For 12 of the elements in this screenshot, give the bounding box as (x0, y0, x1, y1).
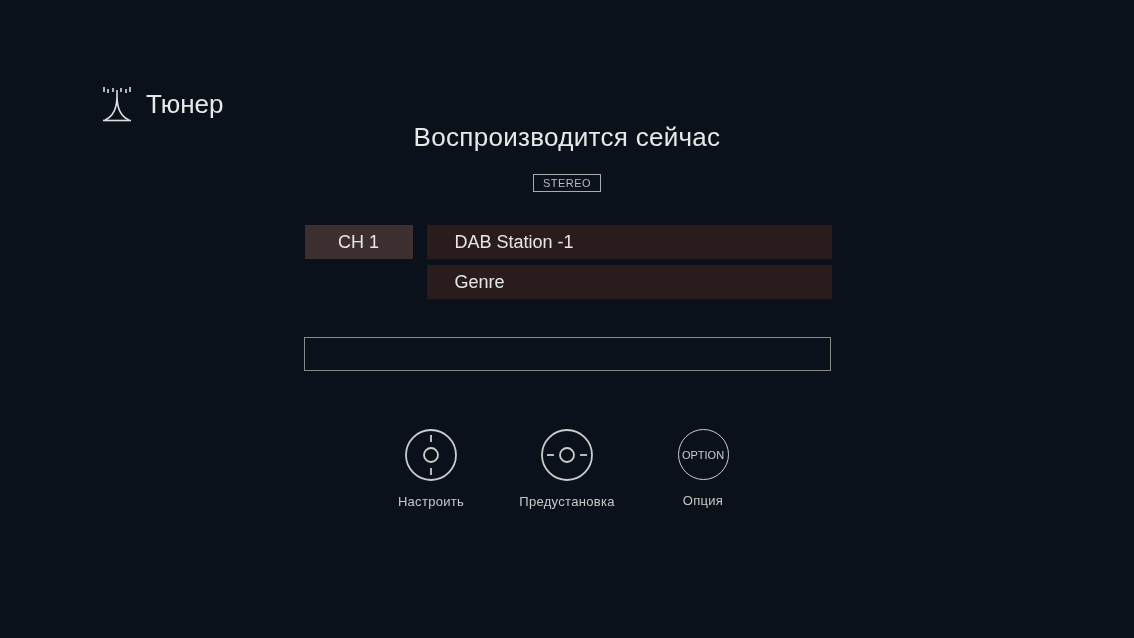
screen-title: Тюнер (146, 88, 224, 120)
antenna-icon (102, 86, 132, 122)
stereo-badge: STEREO (532, 174, 602, 192)
control-label: Настроить (397, 494, 465, 509)
genre-label: Genre (426, 265, 832, 299)
channel-label: CH 1 (304, 225, 413, 259)
station-name: DAB Station -1 (426, 225, 832, 259)
control-label: Предустановка (519, 494, 615, 509)
tune-dial-icon[interactable] (405, 429, 457, 481)
control-label: Опция (682, 493, 724, 508)
now-playing-title: Воспроизводится сейчас (413, 122, 721, 153)
preset-dial-icon[interactable] (541, 429, 593, 481)
